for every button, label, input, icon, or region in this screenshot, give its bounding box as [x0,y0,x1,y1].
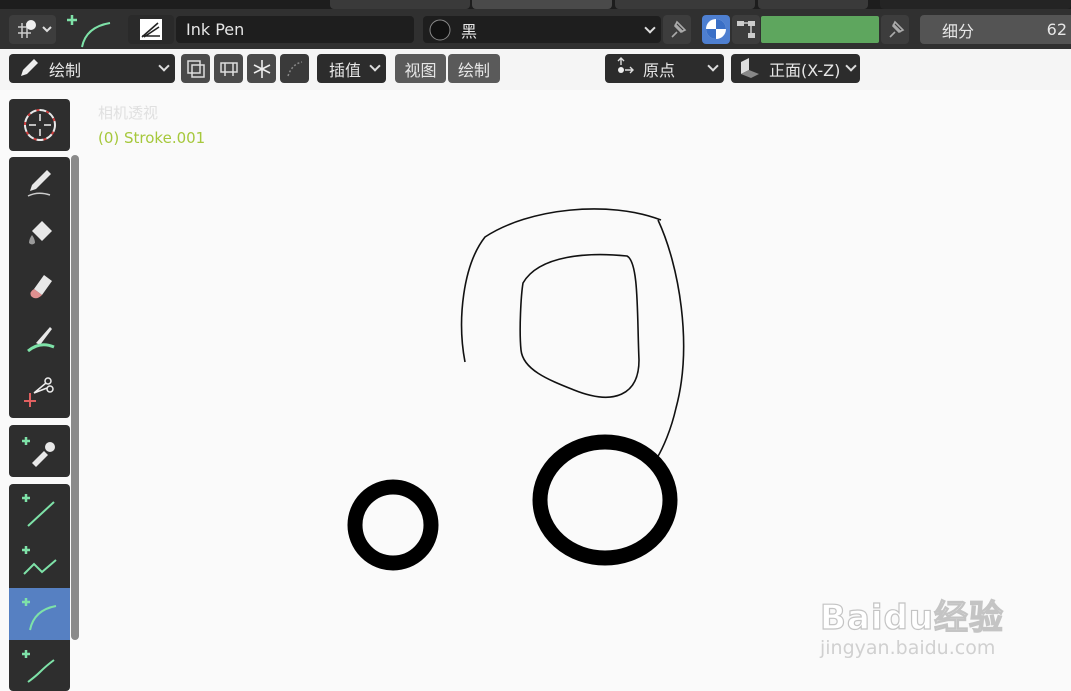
plane-icon [741,58,759,78]
toolbar-group-sample [9,425,70,477]
polyline-icon [21,546,57,575]
interpolate-dropdown[interactable]: 插值 [317,54,386,83]
node-tree-icon [737,21,755,38]
watermark-brand: Baidu经验 [819,597,1005,638]
arc-tool-indicator [64,9,116,49]
tool-header-row: 绘制 插值 视图 绘制 原点 正面(X-Z) [0,49,1071,90]
cursor-tool[interactable] [9,99,70,151]
brush-name-field[interactable]: Ink Pen [176,16,414,43]
line-tool[interactable] [9,484,70,536]
pin-material-button[interactable] [663,15,691,44]
pin-icon [671,20,687,38]
draw-menu[interactable]: 绘制 [448,54,500,83]
view-label: 视图 [404,60,437,80]
view-menu[interactable]: 视图 [395,54,446,83]
polyline-tool[interactable] [9,536,70,588]
draw-label: 绘制 [457,60,490,80]
stroke-small-ring [347,479,439,571]
mode-label: 绘制 [49,60,82,80]
arc-tool[interactable] [9,588,70,640]
eyedropper-tool[interactable] [9,425,70,477]
subdivision-label: 细分 [942,21,975,41]
brush-name-text: Ink Pen [186,20,245,39]
stroke-right-line [656,219,685,459]
tint-tool[interactable] [9,313,70,365]
snowflake-icon [253,59,270,78]
scissors-icon [23,377,54,407]
fill-tool[interactable] [9,209,70,261]
material-dropdown[interactable]: 黑 [423,16,661,43]
color-mode-button[interactable] [702,15,730,44]
arc-icon [67,15,111,48]
curve-tool[interactable] [9,640,70,691]
baidu-watermark: Baidu经验 jingyan.baidu.com [819,590,1005,659]
stroke-large-ring [532,434,678,566]
bucket-icon [28,221,52,245]
grid-snap-icon [18,20,52,38]
eyedropper-icon [21,437,55,467]
interpolate-label: 插值 [329,60,362,80]
mode-dropdown[interactable]: 绘制 [9,54,175,83]
material-sphere-icon [429,19,451,41]
cutter-tool[interactable] [9,365,70,417]
window-tab-bar [0,0,1071,9]
arc-icon [21,598,56,631]
subdivision-slider[interactable]: 细分 62 [920,15,1071,44]
toolbar-group-cursor [9,99,70,151]
material-name-text: 黑 [461,21,478,41]
watermark-url: jingyan.baidu.com [820,637,996,659]
pencil-icon [21,59,38,76]
draw-tool[interactable] [9,157,70,209]
color-wheel-icon [706,19,726,39]
crosshair-icon [23,109,56,141]
drawing-plane-dropdown[interactable]: 正面(X-Z) [731,54,860,83]
stroke-outer-curve [460,208,662,363]
vertex-color-button[interactable] [732,15,760,44]
pin-icon [889,20,905,38]
snapping-dropdown[interactable] [9,15,56,44]
ink-pen-brush-icon [140,19,162,40]
edit-lines-button[interactable] [280,54,309,83]
color-swatch[interactable] [761,16,879,43]
curve-icon [21,650,55,683]
multiframe-button[interactable] [181,54,210,83]
origin-dropdown[interactable]: 原点 [605,54,724,83]
brush-icon [26,327,55,353]
layers-icon [186,59,205,78]
origin-axis-icon [617,57,634,74]
origin-label: 原点 [643,60,676,80]
pin-color-button[interactable] [881,15,909,44]
pencil-icon [27,170,51,197]
active-object-label: (0) Stroke.001 [98,129,206,147]
tool-settings-header: Ink Pen 黑 细分 62 [0,9,1071,49]
stroke-inner-square [519,253,640,398]
autolock-button[interactable] [247,54,276,83]
brush-preview[interactable] [128,15,174,44]
line-icon [21,494,55,527]
toolbar-group-primitives [9,484,70,691]
keyframe-button[interactable] [214,54,243,83]
plane-label: 正面(X-Z) [769,60,841,80]
view-perspective-label: 相机透视 [98,104,159,122]
subdivision-value: 62 [1046,20,1067,39]
keyframe-icon [219,61,238,76]
toolbar-group-paint [9,157,70,418]
eraser-icon [29,275,52,299]
curve-edit-icon [286,60,302,76]
toolbar-scrollbar[interactable] [71,155,79,640]
erase-tool[interactable] [9,261,70,313]
